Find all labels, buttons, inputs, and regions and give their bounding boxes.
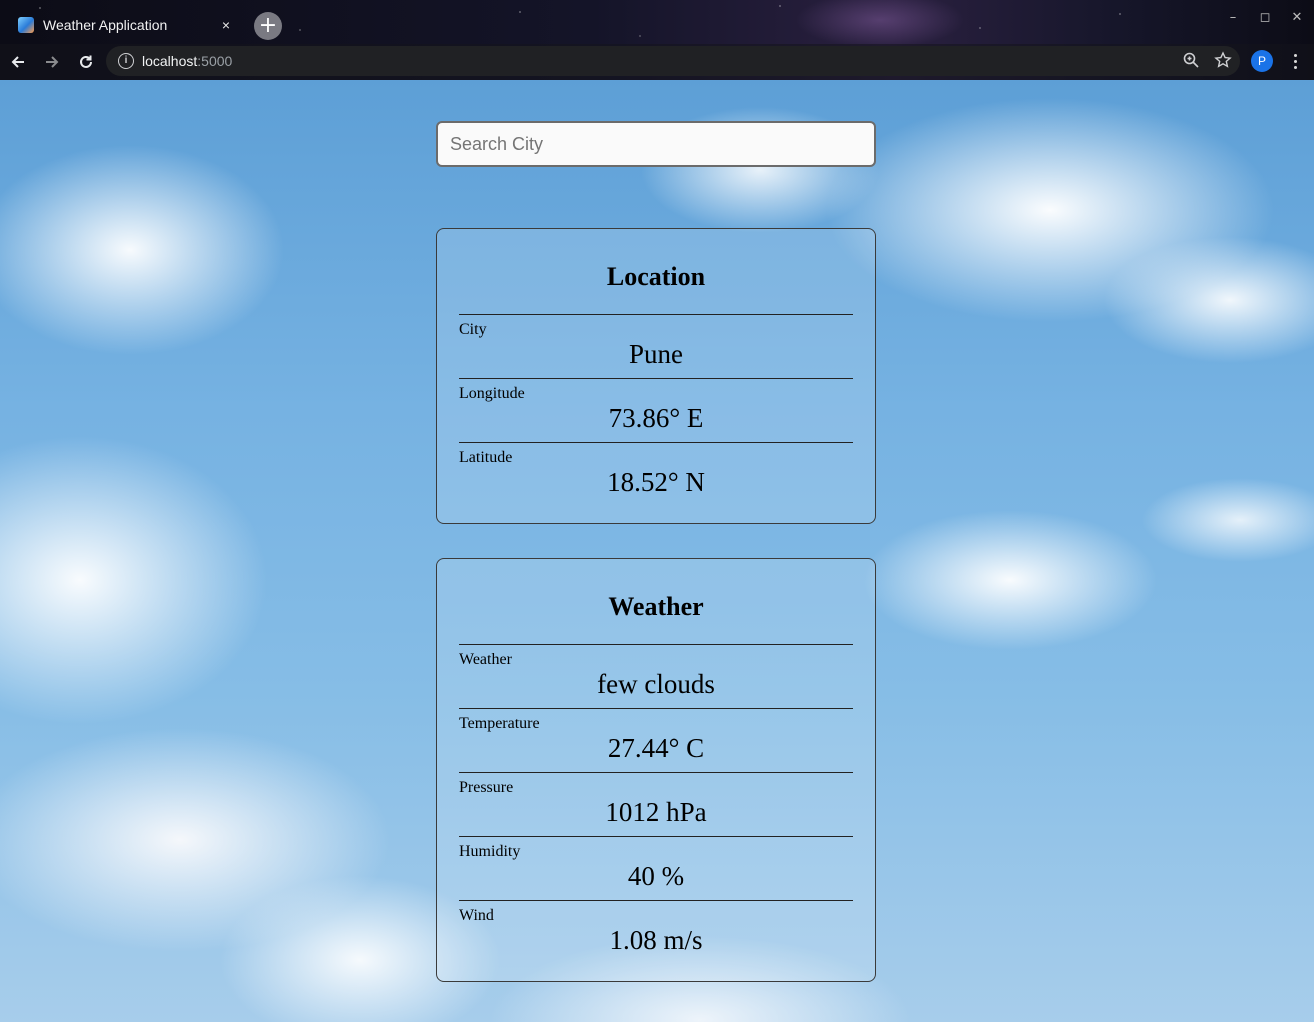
weather-app-favicon-icon	[18, 17, 34, 33]
longitude-value: 73.86° E	[608, 403, 704, 433]
row-label: Longitude	[459, 385, 525, 402]
weather-title: Weather	[459, 559, 853, 645]
location-row-city: City Pune	[459, 315, 853, 379]
reload-button[interactable]	[70, 46, 102, 78]
row-label: Wind	[459, 907, 494, 924]
zoom-icon[interactable]	[1182, 51, 1200, 69]
url-host: localhost	[142, 53, 198, 69]
pressure-value: 1012 hPa	[605, 797, 707, 827]
latitude-value: 18.52° N	[607, 467, 705, 497]
location-row-longitude: Longitude 73.86° E	[459, 379, 853, 443]
forward-arrow-icon	[46, 56, 59, 68]
tab-title: Weather Application	[43, 17, 168, 33]
search-city-input[interactable]	[436, 121, 876, 167]
temperature-value: 27.44° C	[607, 733, 705, 763]
browser-toolbar: i localhost:5000	[0, 44, 1314, 80]
back-arrow-icon	[11, 56, 24, 68]
row-label: Humidity	[459, 843, 521, 860]
maximize-icon[interactable]: ◻	[1256, 10, 1274, 25]
back-button[interactable]	[2, 46, 34, 78]
weather-row-wind: Wind 1.08 m/s	[459, 901, 853, 965]
row-label: Pressure	[459, 779, 514, 796]
profile-avatar[interactable]: P	[1251, 50, 1273, 72]
row-label: Temperature	[459, 715, 540, 732]
weather-row-description: Weather few clouds	[459, 645, 853, 709]
row-label: Weather	[459, 651, 512, 668]
browser-menu-icon[interactable]	[1285, 50, 1305, 72]
location-row-latitude: Latitude 18.52° N	[459, 443, 853, 507]
minimize-icon[interactable]: –	[1224, 10, 1242, 25]
browser-tab[interactable]: Weather Application ×	[8, 8, 244, 42]
forward-button[interactable]	[36, 46, 68, 78]
address-bar[interactable]: i localhost:5000	[106, 46, 1240, 76]
tab-close-icon[interactable]: ×	[218, 17, 234, 33]
humidity-value: 40 %	[627, 861, 685, 891]
bookmark-star-icon[interactable]	[1214, 51, 1232, 69]
new-tab-button[interactable]: +	[254, 12, 282, 40]
weather-row-pressure: Pressure 1012 hPa	[459, 773, 853, 837]
search-container	[436, 121, 876, 167]
browser-chrome: Weather Application × + – ◻ ✕ i localhos…	[0, 0, 1314, 80]
weather-row-temperature: Temperature 27.44° C	[459, 709, 853, 773]
url-port: :5000	[197, 53, 233, 69]
site-info-icon[interactable]: i	[118, 53, 134, 69]
reload-icon	[80, 55, 92, 68]
city-value: Pune	[629, 339, 683, 369]
weather-row-humidity: Humidity 40 %	[459, 837, 853, 901]
weather-card: Weather Weather few clouds Temperature 2…	[436, 558, 876, 982]
close-window-icon[interactable]: ✕	[1288, 10, 1306, 25]
row-label: City	[459, 321, 487, 338]
page-background: Location City Pune Longitude 73.86° E La…	[0, 80, 1314, 1022]
weather-description-value: few clouds	[597, 669, 715, 699]
wind-value: 1.08 m/s	[609, 925, 703, 955]
window-controls: – ◻ ✕	[1224, 10, 1306, 25]
location-title: Location	[459, 229, 853, 315]
location-card: Location City Pune Longitude 73.86° E La…	[436, 228, 876, 524]
row-label: Latitude	[459, 449, 513, 466]
